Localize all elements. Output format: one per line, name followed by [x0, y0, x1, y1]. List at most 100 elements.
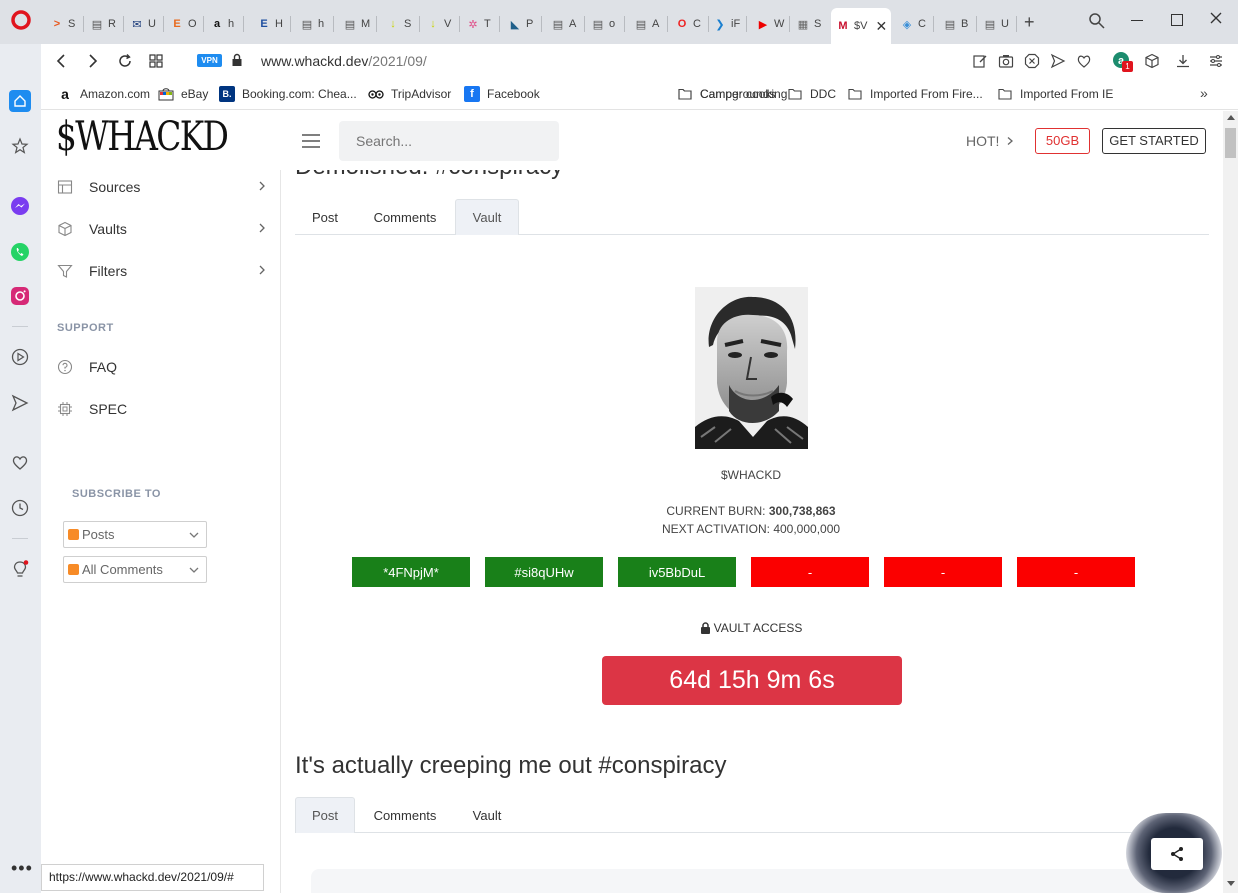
- vault-key-button[interactable]: *4FNpjM*: [352, 557, 470, 587]
- browser-tab[interactable]: ▶ W: [751, 10, 787, 38]
- browser-tab[interactable]: ✉ U: [125, 10, 161, 38]
- easy-setup-icon[interactable]: [1208, 53, 1224, 74]
- bookmark-item[interactable]: TripAdvisor: [368, 85, 451, 103]
- home-icon[interactable]: [9, 90, 31, 112]
- close-window-icon[interactable]: [1208, 10, 1224, 31]
- browser-tab[interactable]: ▤ A: [546, 10, 582, 38]
- get-started-button[interactable]: GET STARTED: [1102, 128, 1206, 154]
- tab-comments[interactable]: Comments: [355, 199, 455, 235]
- vault-key-button[interactable]: -: [751, 557, 869, 587]
- minimize-icon[interactable]: [1131, 20, 1143, 21]
- browser-tab[interactable]: ↓ V: [421, 10, 457, 38]
- browser-tab[interactable]: > S: [45, 10, 81, 38]
- vault-key-button[interactable]: #si8qUHw: [485, 557, 603, 587]
- browser-tab[interactable]: ✲ T: [461, 10, 497, 38]
- browser-tab[interactable]: EO: [165, 10, 201, 38]
- opera-logo-icon[interactable]: [10, 9, 32, 31]
- search-tabs-icon[interactable]: [1088, 12, 1106, 35]
- scroll-up-icon[interactable]: [1227, 115, 1235, 120]
- site-logo[interactable]: $WHACKD: [56, 114, 229, 160]
- browser-tab[interactable]: ◈ C: [895, 10, 931, 38]
- browser-tab[interactable]: ah: [205, 10, 241, 38]
- player-icon[interactable]: [10, 347, 30, 367]
- browser-tab[interactable]: ▦ S: [791, 10, 827, 38]
- browser-tab[interactable]: ❯ iF: [708, 10, 744, 38]
- tab-grid-icon[interactable]: [148, 53, 164, 74]
- close-tab-icon[interactable]: ✕: [875, 18, 887, 35]
- storage-button[interactable]: 50GB: [1035, 128, 1090, 154]
- countdown-button[interactable]: 64d 15h 9m 6s: [602, 656, 902, 705]
- more-bookmarks-icon[interactable]: »: [1200, 85, 1208, 101]
- whatsapp-icon[interactable]: [10, 242, 30, 262]
- send-icon[interactable]: [1050, 53, 1066, 74]
- snapshot-camera-icon[interactable]: [998, 53, 1014, 74]
- edit-page-icon[interactable]: [972, 53, 988, 74]
- page-scrollbar[interactable]: [1223, 111, 1238, 893]
- vault-key-button[interactable]: iv5BbDuL: [618, 557, 736, 587]
- browser-tab[interactable]: ▤ A: [629, 10, 665, 38]
- url-text[interactable]: www.whackd.dev/2021/09/: [261, 53, 427, 69]
- share-button[interactable]: [1151, 838, 1203, 870]
- bookmark-heart-icon[interactable]: [1076, 53, 1092, 74]
- bookmark-item[interactable]: Campgrounds: [677, 85, 775, 103]
- tips-lightbulb-icon[interactable]: [10, 560, 30, 580]
- hot-link[interactable]: HOT!: [966, 133, 1015, 149]
- send-flow-icon[interactable]: [10, 393, 30, 413]
- maximize-icon[interactable]: [1171, 14, 1183, 26]
- tab-vault[interactable]: Vault: [455, 199, 519, 235]
- subscribe-option-label: All Comments: [82, 562, 163, 577]
- bookmark-item[interactable]: Imported From IE: [997, 85, 1113, 103]
- download-icon[interactable]: [1175, 53, 1191, 74]
- browser-tab[interactable]: M $V ✕: [831, 8, 891, 44]
- bookmark-item[interactable]: DDC: [787, 85, 836, 103]
- browser-tab[interactable]: ↓ S: [381, 10, 417, 38]
- browser-tab[interactable]: OC: [670, 10, 706, 38]
- tab-post[interactable]: Post: [295, 199, 355, 235]
- vault-key-button[interactable]: -: [884, 557, 1002, 587]
- bookmark-item[interactable]: eBay: [158, 85, 208, 103]
- browser-tab[interactable]: ◣ P: [503, 10, 539, 38]
- scrollbar-thumb[interactable]: [1225, 128, 1236, 158]
- sidebar-item-filters[interactable]: Filters: [57, 260, 267, 282]
- favorites-heart-icon[interactable]: [10, 453, 30, 473]
- bookmark-item[interactable]: Imported From Fire...: [847, 85, 983, 103]
- messenger-icon[interactable]: [10, 196, 30, 216]
- scroll-down-icon[interactable]: [1227, 881, 1235, 886]
- sidebar-item-sources[interactable]: Sources: [57, 176, 267, 198]
- browser-tab[interactable]: ▤ o: [586, 10, 622, 38]
- bookmark-item[interactable]: B. Booking.com: Chea...: [219, 85, 357, 103]
- post-title[interactable]: It's actually creeping me out #conspirac…: [295, 752, 726, 780]
- search-input[interactable]: [339, 121, 559, 161]
- tab-comments[interactable]: Comments: [355, 797, 455, 833]
- browser-tab[interactable]: EH: [252, 10, 288, 38]
- tab-post[interactable]: Post: [295, 797, 355, 833]
- extensions-cube-icon[interactable]: [1144, 53, 1160, 74]
- sidebar-item-spec[interactable]: SPEC: [57, 398, 267, 420]
- adblock-icon[interactable]: [1024, 53, 1040, 74]
- vault-key-button[interactable]: -: [1017, 557, 1135, 587]
- new-tab-button[interactable]: +: [1024, 13, 1040, 31]
- browser-tab[interactable]: ▤ B: [938, 10, 974, 38]
- more-options-icon[interactable]: •••: [11, 859, 33, 877]
- bookmark-item[interactable]: a Amazon.com: [57, 85, 150, 103]
- browser-tab[interactable]: ▤ M: [338, 10, 374, 38]
- forward-icon[interactable]: [86, 53, 100, 74]
- back-icon[interactable]: [54, 53, 68, 74]
- lock-icon[interactable]: [231, 53, 243, 72]
- tab-vault[interactable]: Vault: [455, 797, 519, 833]
- browser-tab[interactable]: ▤ h: [295, 10, 331, 38]
- hamburger-menu-icon[interactable]: [301, 133, 321, 154]
- sidebar-item-faq[interactable]: FAQ: [57, 356, 267, 378]
- extension-account-icon[interactable]: a 1: [1112, 51, 1133, 72]
- sidebar-item-vaults[interactable]: Vaults: [57, 218, 267, 240]
- browser-tab[interactable]: ▤ R: [85, 10, 121, 38]
- bookmark-item[interactable]: f Facebook: [464, 85, 540, 103]
- subscribe-posts-select[interactable]: Posts: [63, 521, 207, 548]
- subscribe-comments-select[interactable]: All Comments: [63, 556, 207, 583]
- speed-dial-star-icon[interactable]: [10, 136, 30, 156]
- vpn-badge[interactable]: VPN: [197, 54, 222, 67]
- reload-icon[interactable]: [117, 53, 133, 74]
- history-clock-icon[interactable]: [10, 498, 30, 518]
- browser-tab[interactable]: ▤ U: [978, 10, 1014, 38]
- instagram-icon[interactable]: [10, 286, 30, 306]
